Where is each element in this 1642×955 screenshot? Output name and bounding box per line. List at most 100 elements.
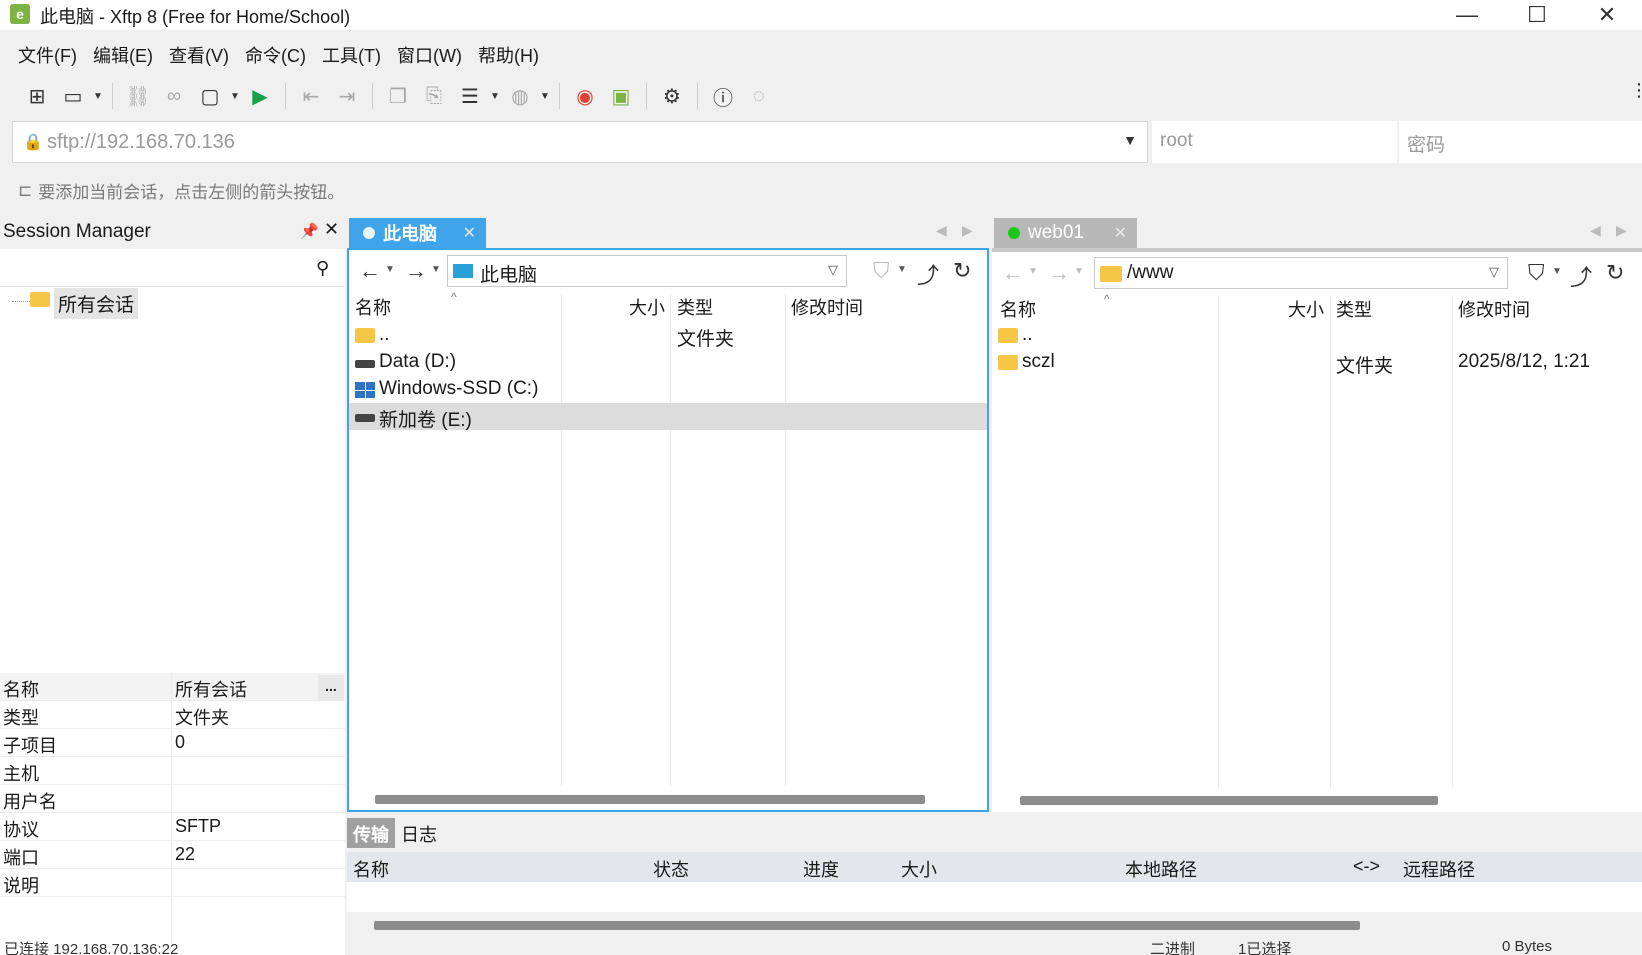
close-tab-icon[interactable]: ✕ (463, 223, 476, 243)
file-row[interactable]: 新加卷 (E:) (349, 403, 987, 431)
menu-view[interactable]: 查看(V) (161, 38, 237, 72)
tab-log[interactable]: 日志 (395, 818, 443, 848)
link-icon[interactable]: ∞ (157, 80, 191, 112)
open-dropdown-icon[interactable]: ▼ (92, 80, 104, 112)
tab-prev-icon[interactable]: ◀ (1590, 222, 1601, 239)
search-icon[interactable]: ⚲ (316, 258, 329, 279)
tab-next-icon[interactable]: ▶ (1616, 222, 1627, 239)
maximize-button[interactable]: ☐ (1502, 0, 1572, 30)
file-row[interactable]: sczl 文件夹 2025/8/12, 1:21 (992, 349, 1642, 377)
close-panel-icon[interactable]: ✕ (324, 219, 339, 240)
disconnect-icon[interactable]: ⛓ (121, 80, 155, 112)
computer-icon (453, 264, 473, 278)
list-view-icon[interactable]: ☰ (453, 80, 487, 112)
forward-icon[interactable]: → (1048, 260, 1070, 286)
column-type[interactable]: 类型 (1336, 296, 1372, 322)
menu-file[interactable]: 文件(F) (10, 38, 85, 72)
menu-window[interactable]: 窗口(W) (389, 38, 470, 72)
local-path-input[interactable]: 此电脑 ▽ (447, 255, 847, 287)
parent-folder-icon[interactable]: ⤴ (1570, 260, 1592, 292)
file-name: 新加卷 (E:) (379, 410, 472, 431)
address-dropdown-icon[interactable]: ▼ (1123, 132, 1137, 148)
menu-command[interactable]: 命令(C) (237, 38, 314, 72)
menu-help[interactable]: 帮助(H) (470, 38, 547, 72)
open-folder-icon[interactable]: ▭ (56, 80, 90, 112)
copy-icon[interactable]: ❐ (381, 80, 415, 112)
view-dropdown-icon[interactable]: ▼ (489, 80, 501, 112)
transfer-col-status[interactable]: 状态 (653, 856, 689, 882)
pin-icon[interactable]: 📌 (300, 222, 319, 240)
bookmark-dropdown-icon[interactable]: ▼ (897, 264, 907, 275)
minimize-button[interactable]: — (1432, 0, 1502, 30)
close-tab-icon[interactable]: ✕ (1114, 223, 1127, 243)
globe-icon[interactable]: ◍ (503, 80, 537, 112)
tab-prev-icon[interactable]: ◀ (936, 222, 947, 239)
username-field[interactable]: root (1152, 121, 1397, 163)
parent-folder-icon[interactable]: ⤴ (917, 258, 939, 290)
tree-item-all-sessions[interactable]: 所有会话 (54, 288, 139, 319)
refresh-icon[interactable]: ↻ (953, 258, 971, 284)
help-icon[interactable]: ⓘ (706, 80, 740, 112)
close-window-button[interactable]: ✕ (1572, 0, 1642, 30)
settings-gear-icon[interactable]: ⚙ (655, 80, 689, 112)
path-dropdown-icon[interactable]: ▽ (828, 262, 838, 278)
column-name[interactable]: 名称 (1000, 296, 1036, 322)
horizontal-scrollbar[interactable] (375, 795, 925, 804)
new-session-icon[interactable]: ⊞ (20, 80, 54, 112)
back-icon[interactable]: ← (359, 258, 381, 284)
forward-icon[interactable]: → (405, 258, 427, 284)
transfer-scrollbar[interactable] (374, 921, 1360, 930)
transfer-col-name[interactable]: 名称 (353, 856, 389, 882)
toolbar-more-icon[interactable]: ⋮ (1630, 80, 1642, 101)
transfer-col-progress[interactable]: 进度 (803, 856, 839, 882)
tab-web01[interactable]: web01 ✕ (994, 218, 1137, 248)
chat-icon[interactable]: ◌ (742, 80, 776, 112)
column-name[interactable]: 名称 (355, 294, 391, 320)
column-size[interactable]: 大小 (629, 294, 665, 320)
menu-tools[interactable]: 工具(T) (314, 38, 389, 72)
file-row[interactable]: Data (D:) (349, 349, 987, 376)
column-modified[interactable]: 修改时间 (1458, 296, 1530, 322)
xshell-icon[interactable]: ◉ (568, 80, 602, 112)
session-search-input[interactable]: ⚲ (0, 249, 345, 287)
bookmark-dropdown-icon[interactable]: ▼ (1552, 266, 1562, 277)
transfer-col-local[interactable]: 本地路径 (1125, 856, 1197, 882)
tab-local[interactable]: 此电脑 ✕ (349, 218, 486, 248)
add-session-arrow-icon[interactable]: ⊏ (18, 181, 32, 201)
column-size[interactable]: 大小 (1288, 296, 1324, 322)
forward-dropdown-icon[interactable]: ▼ (431, 264, 441, 275)
column-modified[interactable]: 修改时间 (791, 294, 863, 320)
transfer-left-icon[interactable]: ⇤ (294, 80, 328, 112)
tab-transfer[interactable]: 传输 (347, 818, 395, 848)
bookmark-icon[interactable]: ⛉ (873, 258, 890, 284)
transfer-col-remote[interactable]: 远程路径 (1403, 856, 1475, 882)
property-more-button[interactable]: ... (318, 675, 344, 701)
column-type[interactable]: 类型 (677, 294, 713, 320)
tab-next-icon[interactable]: ▶ (962, 222, 973, 239)
transfer-col-arrow[interactable]: <-> (1353, 856, 1380, 877)
address-bar[interactable]: 🔒 sftp://192.168.70.136 ▼ (12, 121, 1148, 163)
back-icon[interactable]: ← (1002, 260, 1024, 286)
transfer-right-icon[interactable]: ⇥ (330, 80, 364, 112)
file-row[interactable]: .. 文件夹 (349, 322, 987, 350)
file-row[interactable]: Windows-SSD (C:) (349, 376, 987, 403)
new-window-icon[interactable]: ▢ (193, 80, 227, 112)
window-dropdown-icon[interactable]: ▼ (229, 80, 241, 112)
globe-dropdown-icon[interactable]: ▼ (539, 80, 551, 112)
add-file-icon[interactable]: ⎘ (417, 80, 451, 112)
xftp-icon[interactable]: ▣ (604, 80, 638, 112)
path-dropdown-icon[interactable]: ▽ (1489, 264, 1499, 280)
menu-edit[interactable]: 编辑(E) (85, 38, 161, 72)
remote-path-input[interactable]: /www ▽ (1094, 257, 1508, 289)
forward-dropdown-icon[interactable]: ▼ (1074, 266, 1084, 277)
bookmark-icon[interactable]: ⛉ (1528, 260, 1545, 286)
run-icon[interactable]: ▶ (243, 80, 277, 112)
back-dropdown-icon[interactable]: ▼ (385, 264, 395, 275)
transfer-col-size[interactable]: 大小 (901, 856, 937, 882)
password-field[interactable]: 密码 (1399, 121, 1642, 163)
file-row[interactable]: .. (992, 322, 1642, 349)
back-dropdown-icon[interactable]: ▼ (1028, 266, 1038, 277)
horizontal-scrollbar[interactable] (1020, 796, 1438, 805)
address-input[interactable]: sftp://192.168.70.136 (47, 131, 235, 154)
refresh-icon[interactable]: ↻ (1606, 260, 1624, 286)
